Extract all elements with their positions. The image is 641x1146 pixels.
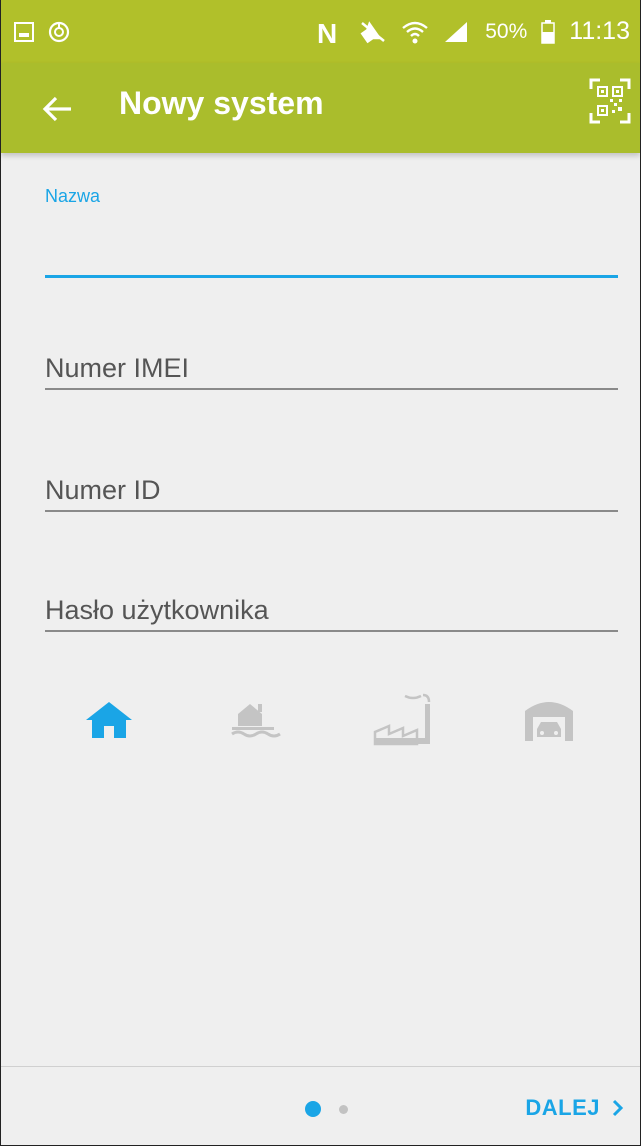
back-button[interactable] <box>39 91 75 127</box>
app-bar: Nowy system <box>1 63 640 153</box>
app-screen: N 50% 11:13 Nowy system Nazwa Numer IMEI… <box>0 0 641 1146</box>
chevron-right-icon <box>612 1099 624 1117</box>
factory-icon <box>373 693 431 746</box>
scan-qr-button[interactable] <box>588 77 632 125</box>
arrow-left-icon <box>42 96 71 122</box>
page-title: Nowy system <box>119 85 324 121</box>
status-bar: N 50% 11:13 <box>1 0 640 63</box>
house-icon <box>86 702 132 738</box>
mute-icon <box>360 20 386 43</box>
wifi-icon <box>402 21 429 43</box>
id-field-underline <box>45 510 618 512</box>
imei-field-underline <box>45 388 618 390</box>
name-field[interactable]: Nazwa <box>45 186 618 278</box>
battery-percent: 50% <box>485 19 528 43</box>
name-input[interactable] <box>45 235 618 275</box>
sync-icon <box>48 21 70 42</box>
imei-input[interactable] <box>45 348 618 388</box>
id-field[interactable] <box>45 470 618 512</box>
qr-code-scan-icon <box>589 78 631 124</box>
nfc-icon: N <box>317 19 337 45</box>
type-option-factory[interactable] <box>365 690 437 750</box>
signal-icon <box>445 21 468 42</box>
system-type-selector <box>1 690 640 750</box>
name-field-label: Nazwa <box>45 186 101 206</box>
clock: 11:13 <box>569 17 630 45</box>
garage-icon <box>525 702 573 741</box>
password-field[interactable] <box>45 590 618 632</box>
page-dot-inactive <box>339 1104 348 1114</box>
type-option-house[interactable] <box>73 690 145 750</box>
imei-field[interactable] <box>45 348 618 390</box>
gallery-icon <box>14 21 34 42</box>
page-dot-active <box>305 1101 321 1117</box>
type-option-waterfront[interactable] <box>221 690 293 750</box>
password-input[interactable] <box>45 590 618 630</box>
type-option-garage[interactable] <box>513 690 585 750</box>
svg-text:N: N <box>317 19 337 45</box>
house-by-water-icon <box>231 704 281 738</box>
id-input[interactable] <box>45 470 618 510</box>
password-field-underline <box>45 630 618 632</box>
page-indicator <box>305 1101 348 1117</box>
battery-icon <box>541 19 556 44</box>
next-button[interactable]: DALEJ <box>525 1095 624 1121</box>
name-field-underline <box>45 275 618 278</box>
footer-divider <box>1 1066 640 1067</box>
next-button-label: DALEJ <box>525 1095 600 1120</box>
